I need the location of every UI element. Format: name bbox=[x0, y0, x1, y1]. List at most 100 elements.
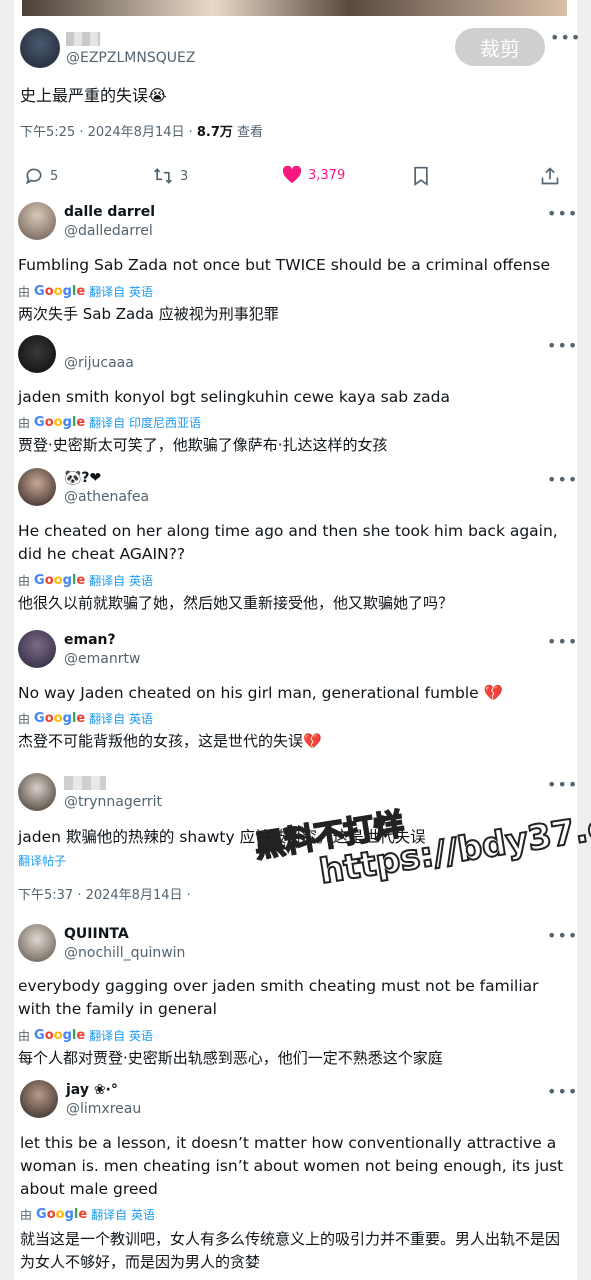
translate-line: 由 Google 翻译自 印度尼西亚语 bbox=[18, 414, 201, 431]
translate-by-label: 由 bbox=[18, 712, 31, 726]
retweet-button[interactable]: 3 bbox=[152, 166, 188, 186]
translate-source-link[interactable]: 翻译自 英语 bbox=[89, 710, 153, 727]
translate-post-link[interactable]: 翻译帖子 bbox=[18, 852, 66, 869]
cut-button[interactable]: 裁剪 bbox=[455, 28, 545, 66]
reply-button[interactable]: 5 bbox=[24, 166, 58, 186]
translate-by-label: 由 bbox=[20, 1208, 33, 1222]
main-post-time: 下午5:25 · 2024年8月14日 · bbox=[20, 125, 197, 140]
more-options-icon[interactable]: ••• bbox=[550, 28, 581, 47]
google-letter: o bbox=[53, 284, 63, 299]
google-letter: G bbox=[36, 1207, 47, 1222]
action-bar: 5 3 3,379 bbox=[0, 160, 591, 196]
like-button[interactable]: 3,379 bbox=[282, 166, 345, 184]
google-letter: e bbox=[76, 284, 86, 299]
reply-name[interactable]: jay ❀·° bbox=[66, 1082, 118, 1098]
main-post-meta: 下午5:25 · 2024年8月14日 · 8.7万 查看 bbox=[20, 121, 263, 140]
reply-translation: 他很久以前就欺骗了她，然后她又重新接受他，他又欺骗她了吗？ bbox=[18, 594, 454, 612]
reply-handle[interactable]: @dalledarrel bbox=[64, 223, 153, 239]
google-letter: G bbox=[34, 284, 45, 299]
translate-source-link[interactable]: 翻译自 英语 bbox=[91, 1206, 155, 1223]
translate-source-link[interactable]: 翻译自 英语 bbox=[89, 1027, 153, 1044]
google-logo: Google bbox=[34, 711, 85, 726]
more-options-icon[interactable]: ••• bbox=[547, 204, 578, 223]
translate-line: 翻译帖子 bbox=[18, 852, 66, 869]
translate-line: 由 Google 翻译自 英语 bbox=[20, 1206, 155, 1223]
retweet-count: 3 bbox=[180, 168, 189, 184]
more-options-icon[interactable]: ••• bbox=[547, 336, 578, 355]
translate-line: 由 Google 翻译自 英语 bbox=[18, 1027, 153, 1044]
google-letter: e bbox=[76, 415, 86, 430]
google-letter: g bbox=[62, 573, 72, 588]
reply-name[interactable]: eman? bbox=[64, 632, 116, 648]
bookmark-button[interactable] bbox=[412, 166, 430, 186]
reply-avatar[interactable] bbox=[20, 1080, 58, 1118]
reply-avatar[interactable] bbox=[18, 202, 56, 240]
reply-handle[interactable]: @emanrtw bbox=[64, 651, 140, 667]
google-letter: e bbox=[76, 1028, 86, 1043]
more-options-icon[interactable]: ••• bbox=[547, 632, 578, 651]
share-button[interactable] bbox=[540, 166, 560, 186]
translate-line: 由 Google 翻译自 英语 bbox=[18, 710, 153, 727]
more-options-icon[interactable]: ••• bbox=[547, 470, 578, 489]
google-letter: e bbox=[76, 711, 86, 726]
reply-translation: 杰登不可能背叛他的女孩，这是世代的失误💔 bbox=[18, 732, 322, 750]
main-post-views-label: 查看 bbox=[232, 125, 264, 140]
translate-source-link[interactable]: 翻译自 英语 bbox=[89, 572, 153, 589]
reply-avatar[interactable] bbox=[18, 630, 56, 668]
google-letter: G bbox=[34, 711, 45, 726]
reply-text: Fumbling Sab Zada not once but TWICE sho… bbox=[18, 256, 550, 274]
google-letter: g bbox=[62, 284, 72, 299]
translate-source-link[interactable]: 翻译自 印度尼西亚语 bbox=[89, 414, 201, 431]
reply-icon bbox=[25, 168, 42, 185]
google-letter: o bbox=[44, 415, 54, 430]
reply-name-blurred bbox=[64, 776, 106, 790]
reply-name[interactable]: 🐼?❤ bbox=[64, 470, 101, 486]
google-logo: Google bbox=[34, 415, 85, 430]
reply-avatar[interactable] bbox=[18, 335, 56, 373]
google-logo: Google bbox=[34, 284, 85, 299]
more-options-icon[interactable]: ••• bbox=[547, 1082, 578, 1101]
reply-handle[interactable]: @athenafea bbox=[64, 489, 149, 505]
more-options-icon[interactable]: ••• bbox=[547, 926, 578, 945]
reply-handle[interactable]: @limxreau bbox=[66, 1101, 141, 1117]
reply-handle[interactable]: @rijucaaa bbox=[64, 355, 134, 371]
google-letter: o bbox=[53, 711, 63, 726]
like-count: 3,379 bbox=[308, 167, 346, 183]
google-letter: g bbox=[62, 415, 72, 430]
reply-text: No way Jaden cheated on his girl man, ge… bbox=[18, 684, 503, 702]
google-letter: o bbox=[53, 415, 63, 430]
translate-by-label: 由 bbox=[18, 1029, 31, 1043]
google-letter: e bbox=[78, 1207, 88, 1222]
google-letter: G bbox=[34, 573, 45, 588]
bookmark-icon bbox=[414, 166, 428, 186]
reply-translation: 每个人都对贾登·史密斯出轨感到恶心，他们一定不熟悉这个家庭 bbox=[18, 1049, 443, 1067]
translate-source-link[interactable]: 翻译自 英语 bbox=[89, 283, 153, 300]
reply-translation: 就当这是一个教训吧，女人有多么传统意义上的吸引力并不重要。男人出轨不是因为女人不… bbox=[20, 1230, 561, 1271]
main-post-handle[interactable]: @EZPZLMNSQUEZ bbox=[66, 50, 195, 66]
google-letter: g bbox=[62, 711, 72, 726]
google-letter: o bbox=[46, 1207, 56, 1222]
reply-text: everybody gagging over jaden smith cheat… bbox=[18, 977, 539, 1018]
reply-handle[interactable]: @trynnagerrit bbox=[64, 794, 162, 810]
google-letter: G bbox=[34, 415, 45, 430]
reply-translation: 贾登·史密斯太可笑了，他欺骗了像萨布·扎达这样的女孩 bbox=[18, 436, 388, 454]
reply-avatar[interactable] bbox=[18, 468, 56, 506]
google-letter: o bbox=[44, 1028, 54, 1043]
reply-name[interactable]: dalle darrel bbox=[64, 204, 155, 220]
google-letter: e bbox=[76, 573, 86, 588]
main-post-avatar[interactable] bbox=[20, 28, 60, 68]
watermark: 黑料不打烊 https://bdy37.com bbox=[251, 758, 591, 901]
reply-text: let this be a lesson, it doesn’t matter … bbox=[20, 1134, 564, 1198]
reply-name[interactable]: QUIINTA bbox=[64, 926, 129, 942]
google-letter: g bbox=[62, 1028, 72, 1043]
google-letter: G bbox=[34, 1028, 45, 1043]
google-letter: o bbox=[53, 1028, 63, 1043]
share-icon bbox=[541, 167, 559, 185]
reply-avatar[interactable] bbox=[18, 924, 56, 962]
reply-avatar[interactable] bbox=[18, 773, 56, 811]
watermark-line2: https://bdy37.com bbox=[316, 797, 591, 893]
top-media-image[interactable] bbox=[22, 0, 567, 16]
reply-handle[interactable]: @nochill_quinwin bbox=[64, 945, 185, 961]
retweet-icon bbox=[154, 168, 172, 184]
reply-translation: 两次失手 Sab Zada 应被视为刑事犯罪 bbox=[18, 305, 279, 323]
